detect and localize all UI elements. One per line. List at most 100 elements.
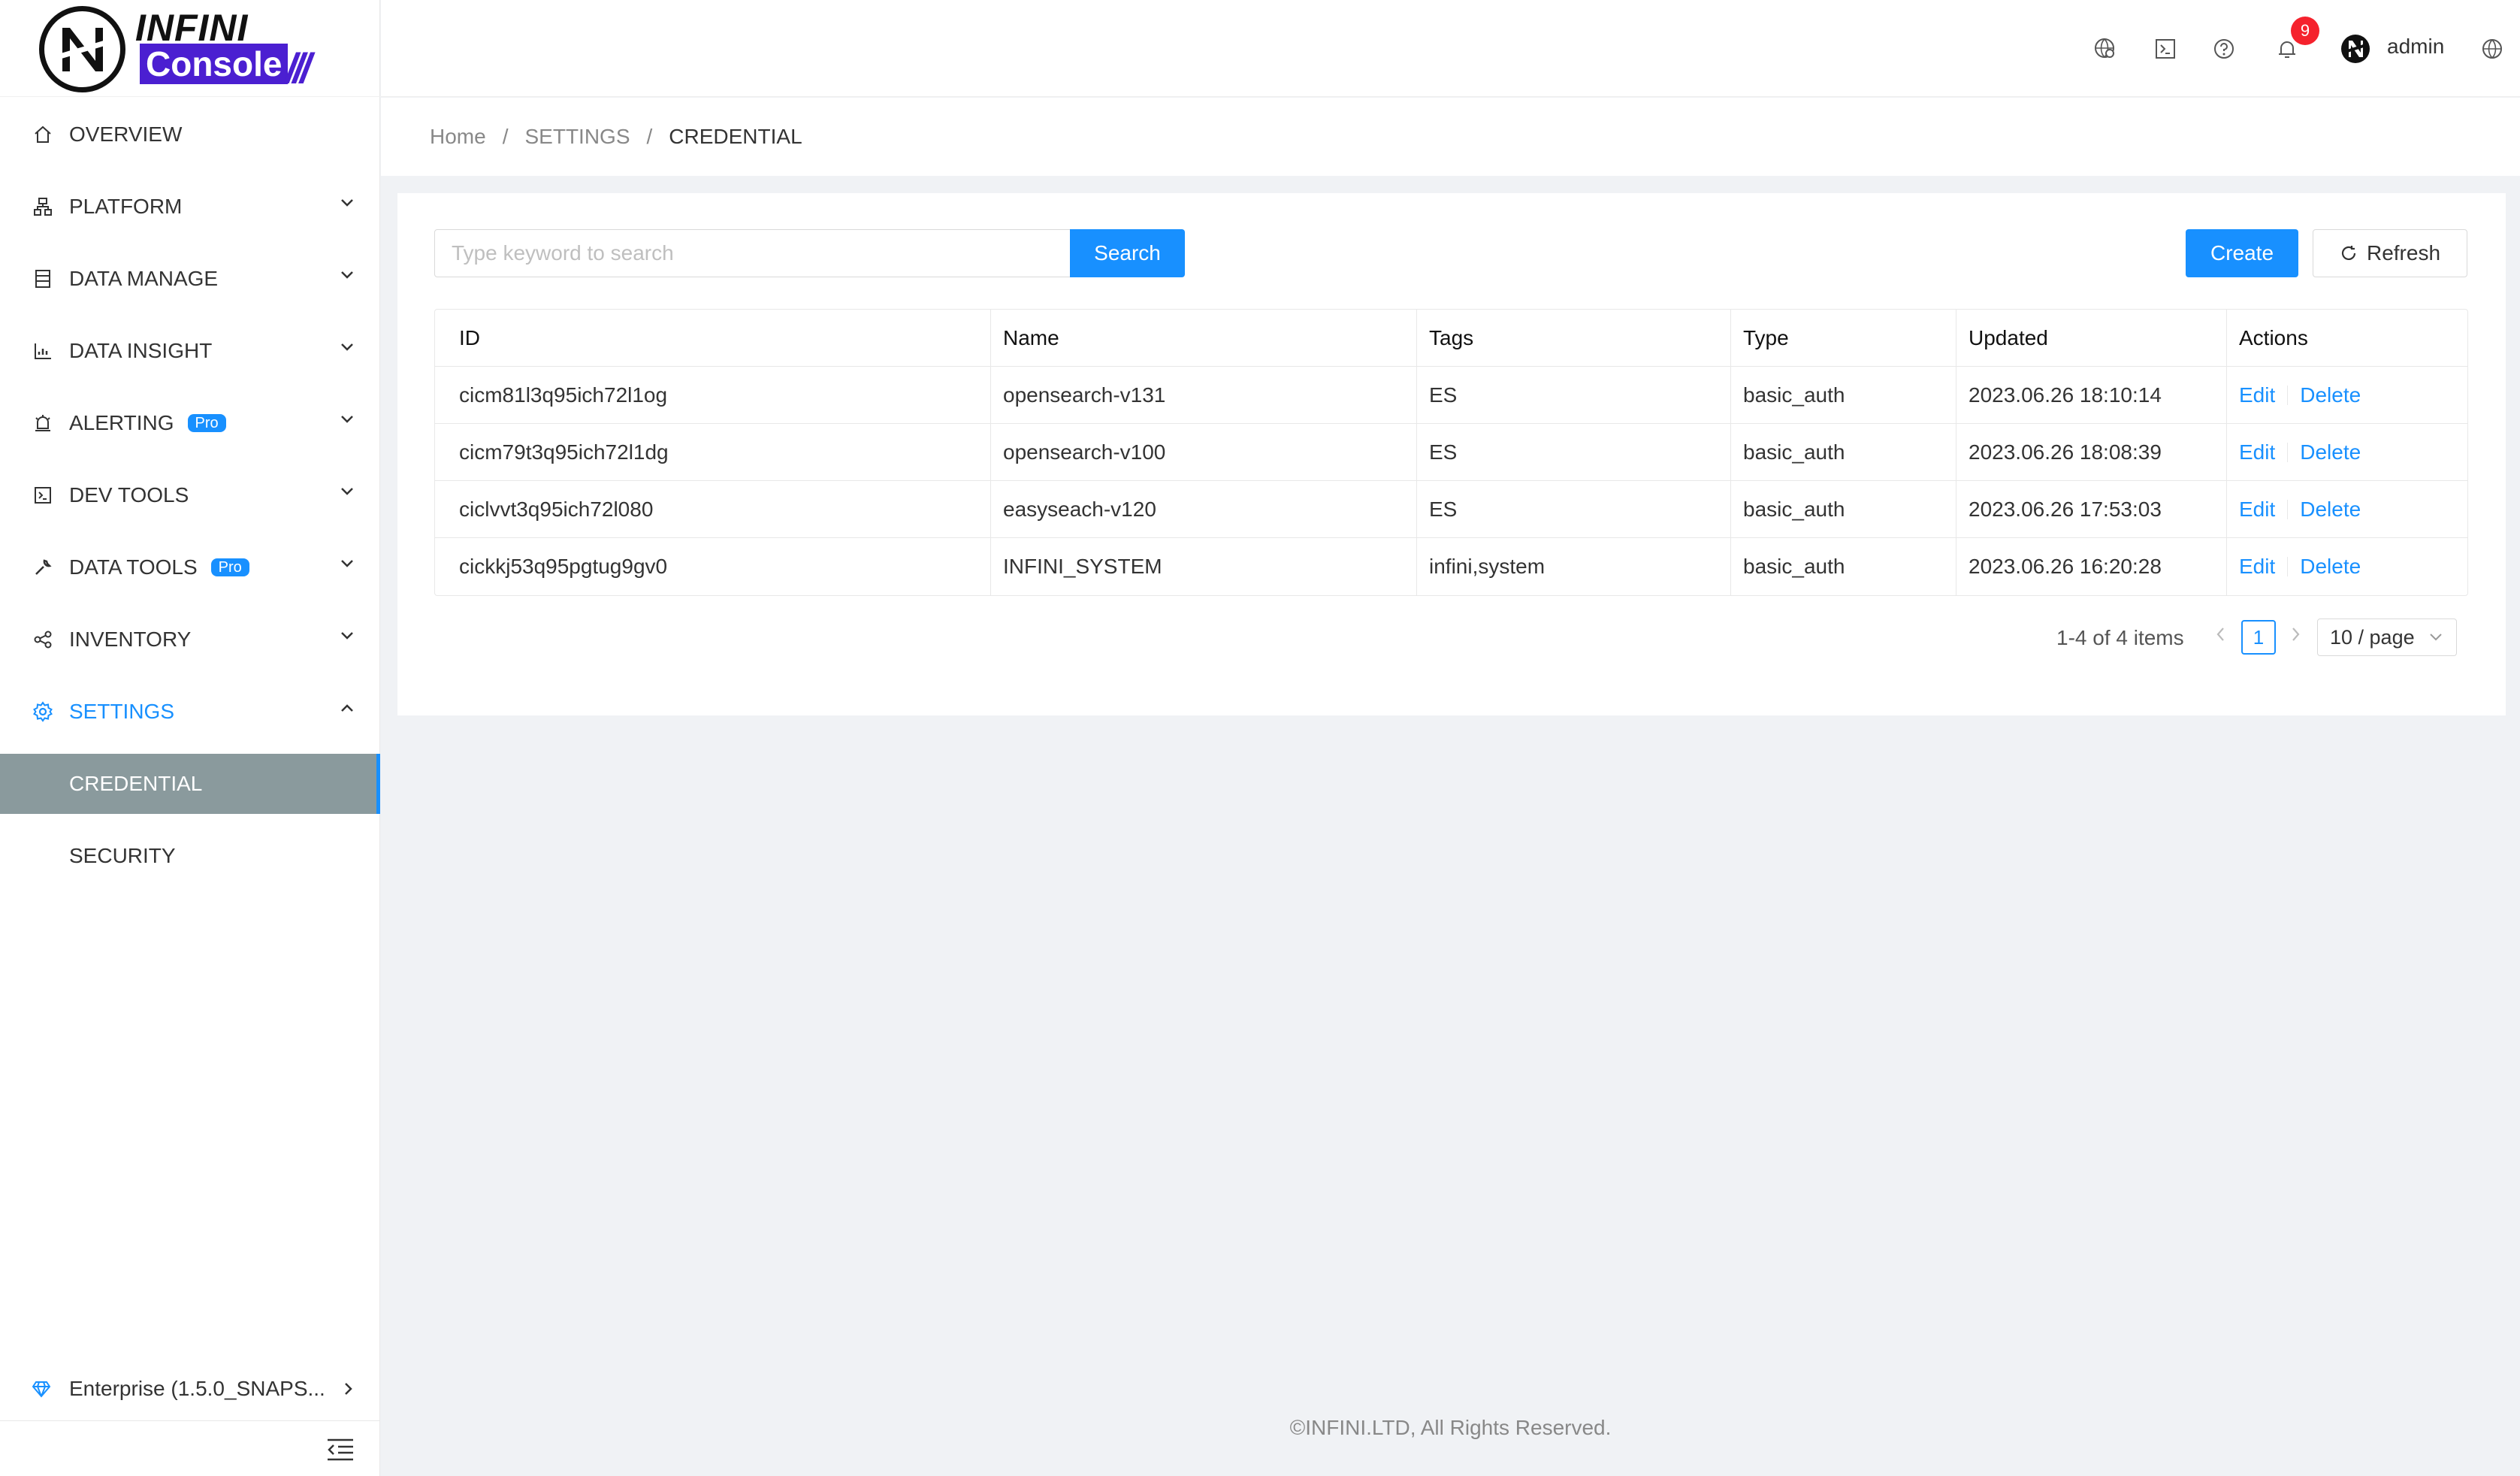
logo[interactable]: INFINI Console /// — [0, 0, 380, 97]
delete-link[interactable]: Delete — [2300, 383, 2361, 407]
breadcrumb-settings[interactable]: SETTINGS — [524, 125, 630, 149]
cell-name: opensearch-v100 — [991, 424, 1417, 480]
page-size-value: 10 / page — [2330, 625, 2415, 649]
cell-tags: ES — [1417, 367, 1731, 423]
sidebar-item-alerting[interactable]: ALERTING Pro — [0, 387, 380, 459]
chevron-down-icon — [341, 199, 353, 207]
cell-id: cickkj53q95pgtug9gv0 — [435, 538, 991, 595]
wrench-icon — [32, 556, 54, 579]
enterprise-label: Enterprise (1.5.0_SNAPS... — [69, 1377, 325, 1400]
credential-panel: Type keyword to search Search Create Ref… — [397, 193, 2506, 715]
console-icon[interactable] — [2153, 36, 2178, 62]
search-button[interactable]: Search — [1070, 229, 1185, 277]
action-divider — [2287, 385, 2289, 405]
credential-table: ID Name Tags Type Updated Actions cicm81… — [434, 309, 2468, 596]
action-divider — [2287, 557, 2289, 576]
terminal-icon — [32, 484, 54, 507]
cell-updated: 2023.06.26 17:53:03 — [1956, 481, 2227, 537]
gear-icon — [32, 700, 54, 723]
menu-fold-icon[interactable] — [326, 1438, 355, 1462]
chart-icon — [32, 340, 54, 362]
sidebar-item-dev-tools[interactable]: DEV TOOLS — [0, 459, 380, 531]
sitemap-icon — [32, 195, 54, 218]
share-icon — [32, 628, 54, 651]
delete-link[interactable]: Delete — [2300, 555, 2361, 579]
table-row: ciclvvt3q95ich72l080 easyseach-v120 ES b… — [435, 481, 2467, 538]
cell-name: easyseach-v120 — [991, 481, 1417, 537]
globe-search-icon[interactable] — [2092, 36, 2118, 62]
sidebar-item-data-tools[interactable]: DATA TOOLS Pro — [0, 531, 380, 603]
table-row: cickkj53q95pgtug9gv0 INFINI_SYSTEM infin… — [435, 538, 2467, 595]
sidebar-item-label: DATA TOOLS — [69, 555, 198, 579]
alarm-icon — [32, 412, 54, 434]
sidebar-item-label: ALERTING — [69, 411, 174, 434]
action-divider — [2287, 442, 2289, 462]
edit-link[interactable]: Edit — [2239, 383, 2275, 407]
edit-link[interactable]: Edit — [2239, 498, 2275, 522]
cell-name: opensearch-v131 — [991, 367, 1417, 423]
sidebar-subitem-credential[interactable]: CREDENTIAL — [0, 754, 380, 814]
page-size-select[interactable]: 10 / page — [2317, 619, 2457, 656]
user-name[interactable]: admin — [2387, 35, 2444, 59]
breadcrumb-separator: / — [502, 125, 509, 148]
home-icon — [32, 123, 54, 146]
collapse-sidebar[interactable] — [0, 1420, 380, 1476]
cell-type: basic_auth — [1731, 538, 1956, 595]
logo-mark-icon — [39, 6, 125, 92]
breadcrumb-current: CREDENTIAL — [669, 125, 802, 148]
refresh-button[interactable]: Refresh — [2313, 229, 2467, 277]
sidebar-subitem-security[interactable]: SECURITY — [0, 826, 380, 886]
refresh-icon — [2341, 246, 2356, 260]
cell-id: ciclvvt3q95ich72l080 — [435, 481, 991, 537]
sidebar-subitem-label: CREDENTIAL — [69, 772, 203, 795]
cell-actions: Edit Delete — [2227, 424, 2467, 480]
sidebar-item-label: OVERVIEW — [69, 122, 183, 146]
create-button[interactable]: Create — [2186, 229, 2298, 277]
cell-type: basic_auth — [1731, 367, 1956, 423]
breadcrumb-separator: / — [646, 125, 653, 148]
chevron-down-icon — [341, 488, 353, 495]
edit-link[interactable]: Edit — [2239, 555, 2275, 579]
cell-id: cicm79t3q95ich72l1dg — [435, 424, 991, 480]
pro-badge: Pro — [210, 558, 249, 576]
sidebar: INFINI Console /// OVERVIEW PLATFORM DAT… — [0, 0, 380, 1476]
pagination-page[interactable]: 1 — [2241, 620, 2276, 655]
breadcrumb-home[interactable]: Home — [430, 125, 486, 149]
delete-link[interactable]: Delete — [2300, 440, 2361, 464]
sidebar-item-overview[interactable]: OVERVIEW — [0, 98, 380, 171]
column-header-name: Name — [991, 310, 1417, 366]
chevron-down-icon — [341, 416, 353, 423]
cell-type: basic_auth — [1731, 424, 1956, 480]
sidebar-item-data-insight[interactable]: DATA INSIGHT — [0, 315, 380, 387]
database-icon — [32, 268, 54, 290]
sidebar-item-platform[interactable]: PLATFORM — [0, 171, 380, 243]
cell-tags: ES — [1417, 424, 1731, 480]
enterprise-version[interactable]: Enterprise (1.5.0_SNAPS... — [0, 1359, 380, 1419]
action-divider — [2287, 499, 2289, 519]
sidebar-item-label: DATA INSIGHT — [69, 339, 213, 362]
search-input[interactable]: Type keyword to search — [434, 229, 1072, 277]
cell-actions: Edit Delete — [2227, 538, 2467, 595]
help-icon[interactable] — [2211, 36, 2237, 62]
sidebar-item-inventory[interactable]: INVENTORY — [0, 603, 380, 676]
logo-wordmark-console: Console — [140, 44, 289, 84]
avatar[interactable] — [2340, 33, 2371, 65]
chevron-down-icon — [341, 343, 353, 351]
edit-link[interactable]: Edit — [2239, 440, 2275, 464]
sidebar-item-label: DEV TOOLS — [69, 483, 189, 507]
chevron-right-icon[interactable] — [2288, 623, 2304, 646]
chevron-left-icon[interactable] — [2212, 623, 2228, 646]
chevron-down-icon — [2430, 634, 2442, 641]
column-header-type: Type — [1731, 310, 1956, 366]
notification-badge[interactable]: 9 — [2291, 17, 2319, 45]
diamond-icon — [32, 1378, 54, 1400]
sidebar-item-data-manage[interactable]: DATA MANAGE — [0, 243, 380, 315]
sidebar-subitem-label: SECURITY — [69, 844, 176, 867]
chevron-up-icon — [341, 704, 353, 712]
language-globe-icon[interactable] — [2479, 36, 2505, 62]
sidebar-item-settings[interactable]: SETTINGS — [0, 676, 380, 748]
cell-tags: ES — [1417, 481, 1731, 537]
chevron-down-icon — [341, 632, 353, 640]
column-header-updated: Updated — [1956, 310, 2227, 366]
delete-link[interactable]: Delete — [2300, 498, 2361, 522]
